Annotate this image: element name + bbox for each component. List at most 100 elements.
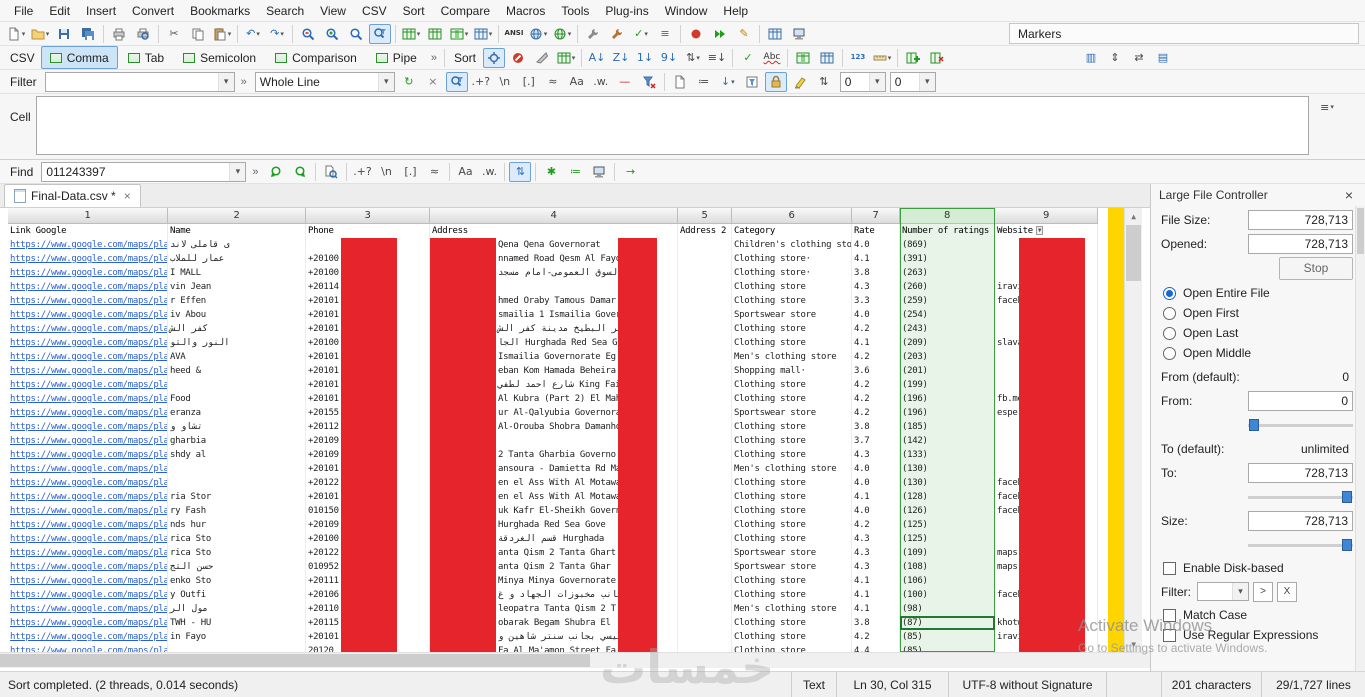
cell-website[interactable] [995, 448, 1098, 462]
cell-rate[interactable]: 4.1 [852, 574, 900, 588]
cell-address[interactable]: ur Al-Qalyubia Governora [430, 406, 678, 420]
csv-columns-icon[interactable] [424, 24, 446, 44]
cell-ratings[interactable]: (254) [900, 308, 995, 322]
cell-name[interactable]: iv Abou [168, 308, 306, 322]
cell-rate[interactable]: 4.3 [852, 560, 900, 574]
sort-options-icon[interactable]: ⇅ ▾ [682, 48, 704, 68]
cell-website[interactable] [995, 308, 1098, 322]
filter-sort-icon[interactable]: ⇅ [813, 72, 835, 92]
cut-icon[interactable]: ✂ [163, 24, 185, 44]
panel-filter-dropdown[interactable]: ▾ [1197, 582, 1249, 601]
filter-fuzzy-toggle[interactable]: ≈ [542, 72, 564, 92]
cell-name[interactable]: ria Stor [168, 490, 306, 504]
find-dropdown-arrow[interactable]: ▾ [229, 162, 246, 181]
undo-icon[interactable]: ↶ ▾ [242, 24, 264, 44]
scroll-up-arrow[interactable]: ▲ [1125, 208, 1142, 224]
cell-link[interactable]: https://www.google.com/maps/plac [8, 588, 168, 602]
clear-filter-button[interactable]: X [1277, 581, 1297, 602]
cell-rate[interactable]: 3.8 [852, 420, 900, 434]
cell-ratings[interactable]: (85) [900, 644, 995, 652]
csv-options-icon[interactable]: ▾ [472, 24, 494, 44]
cell-selection-icon[interactable] [482, 47, 505, 68]
filter-scope-select[interactable]: Whole Line ▾ [254, 71, 395, 92]
column-header-6[interactable]: Category [732, 224, 852, 238]
column-number-3[interactable]: 3 [306, 208, 430, 224]
cell-website[interactable] [995, 574, 1098, 588]
paste-icon[interactable]: ▾ [211, 24, 233, 44]
cell-category[interactable]: Clothing store [732, 322, 852, 336]
cell-rate[interactable]: 4.3 [852, 546, 900, 560]
cell-ratings[interactable]: (125) [900, 532, 995, 546]
cell-rate[interactable]: 4.0 [852, 462, 900, 476]
filter-escape-toggle[interactable]: \n [494, 72, 516, 92]
cell-address2[interactable] [678, 490, 732, 504]
cell-rate[interactable]: 4.2 [852, 406, 900, 420]
multi-column-sort-icon[interactable]: ≡↓ [706, 48, 728, 68]
pivot-table-icon[interactable] [816, 48, 838, 68]
cell-rate[interactable]: 4.2 [852, 350, 900, 364]
cell-category[interactable]: Sportswear store [732, 546, 852, 560]
cell-website[interactable]: iravi [995, 630, 1098, 644]
cell-website[interactable]: faceb [995, 504, 1098, 518]
panel-close-icon[interactable]: × [1341, 187, 1357, 203]
cell-link[interactable]: https://www.google.com/maps/plac [8, 476, 168, 490]
cell-address2[interactable] [678, 518, 732, 532]
cell-phone[interactable]: +20110 [306, 602, 430, 616]
save-all-icon[interactable] [77, 24, 99, 44]
cell-ratings[interactable]: (196) [900, 392, 995, 406]
cell-name[interactable]: ى قاملى لاند [168, 238, 306, 252]
cell-ratings[interactable]: (106) [900, 574, 995, 588]
plugins-icon[interactable] [788, 24, 810, 44]
cell-link[interactable]: https://www.google.com/maps/plac [8, 280, 168, 294]
panel-filter-arrow[interactable]: ▾ [1232, 583, 1248, 600]
csv-mode-comparison[interactable]: Comparison [266, 46, 366, 69]
cell-name[interactable]: r Effen [168, 294, 306, 308]
menu-help[interactable]: Help [715, 1, 756, 21]
cell-address2[interactable] [678, 462, 732, 476]
cell-ratings[interactable]: (128) [900, 490, 995, 504]
customize-icon[interactable] [606, 24, 628, 44]
cell-rate[interactable]: 4.1 [852, 588, 900, 602]
panel-scroll-thumb[interactable] [1357, 208, 1364, 254]
tab-final-data-csv[interactable]: Final-Data.csv * × [4, 184, 141, 207]
horizontal-scroll-thumb[interactable] [0, 654, 590, 667]
cell-phone[interactable]: +20101 [306, 350, 430, 364]
filter-regex-toggle[interactable]: .+? [470, 72, 492, 92]
cell-category[interactable]: Clothing store [732, 448, 852, 462]
cell-category[interactable]: Clothing store [732, 280, 852, 294]
cell-category[interactable]: Clothing store [732, 532, 852, 546]
compare-icon[interactable] [764, 24, 786, 44]
cell-name[interactable]: eranza [168, 406, 306, 420]
table-menu-icon[interactable]: ▾ [555, 48, 577, 68]
find-regex-toggle[interactable]: .+? [351, 162, 373, 182]
cell-ratings[interactable]: (142) [900, 434, 995, 448]
cell-website[interactable]: khotw [995, 616, 1098, 630]
columns-view-icon[interactable]: ▥ [1080, 48, 1102, 68]
run-macro-icon[interactable] [709, 24, 731, 44]
cell-link[interactable]: https://www.google.com/maps/plac [8, 504, 168, 518]
csv-mode-tab[interactable]: Tab [119, 46, 173, 69]
cell-address[interactable]: eban Kom Hamada Beheira [430, 364, 678, 378]
cell-address[interactable]: Al-Orouba Shobra Damanho [430, 420, 678, 434]
cell-address2[interactable] [678, 616, 732, 630]
filter-overflow-chevron[interactable]: » [237, 76, 251, 88]
cell-website[interactable] [995, 462, 1098, 476]
cell-rate[interactable]: 4.3 [852, 448, 900, 462]
menu-window[interactable]: Window [657, 1, 716, 21]
cell-link[interactable]: https://www.google.com/maps/plac [8, 518, 168, 532]
cell-link[interactable]: https://www.google.com/maps/plac [8, 308, 168, 322]
cell-name[interactable]: nds hur [168, 518, 306, 532]
cell-category[interactable]: Clothing store [732, 434, 852, 448]
cell-address[interactable]: nnamed Road Qesm Al Fayo [430, 252, 678, 266]
radio-open-middle[interactable]: Open Middle [1163, 346, 1365, 360]
cell-category[interactable]: Clothing store [732, 616, 852, 630]
cell-address[interactable]: Qena Qena Governorat [430, 238, 678, 252]
cell-address2[interactable] [678, 294, 732, 308]
cell-rate[interactable]: 3.6 [852, 364, 900, 378]
menu-search[interactable]: Search [258, 1, 312, 21]
column-number-1[interactable]: 1 [8, 208, 168, 224]
find-in-files-icon[interactable] [320, 162, 342, 182]
cell-category[interactable]: Shopping mall· [732, 364, 852, 378]
filter-counter-2[interactable]: 0 ▾ [889, 71, 936, 92]
open-file-icon[interactable]: ▾ [29, 24, 51, 44]
